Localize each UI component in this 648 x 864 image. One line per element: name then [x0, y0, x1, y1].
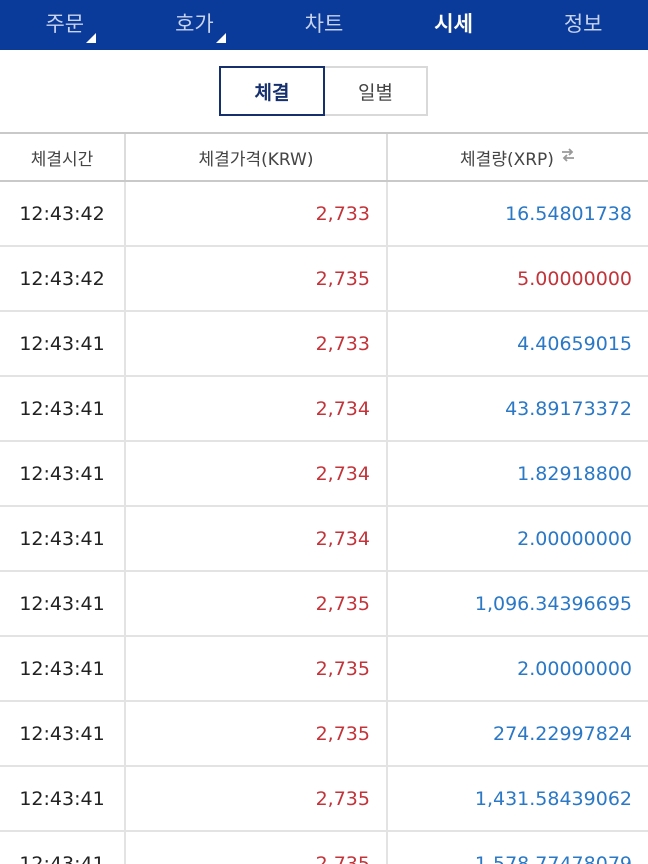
tab-info[interactable]: 정보 — [518, 0, 648, 50]
dropdown-corner-icon — [215, 33, 226, 43]
table-row: 12:43:41 2,735 1,431.58439062 — [0, 767, 648, 832]
trade-time: 12:43:41 — [19, 722, 105, 745]
table-row: 12:43:41 2,735 1,578.77478079 — [0, 832, 648, 864]
trade-price: 2,735 — [124, 767, 386, 830]
header-label: 체결가격(KRW) — [198, 149, 314, 170]
tab-orderbook[interactable]: 호가 — [130, 0, 260, 50]
trade-quantity: 16.54801738 — [386, 182, 648, 245]
tab-label: 호가 — [175, 12, 214, 36]
trade-time: 12:43:41 — [19, 787, 105, 810]
trade-price: 2,733 — [124, 312, 386, 375]
tab-label: 차트 — [304, 12, 344, 36]
table-row: 12:43:41 2,734 1.82918800 — [0, 442, 648, 507]
table-row: 12:43:41 2,734 43.89173372 — [0, 377, 648, 442]
trade-time: 12:43:41 — [19, 852, 105, 864]
trade-price: 2,735 — [124, 832, 386, 864]
trade-list[interactable]: 12:43:42 2,733 16.54801738 12:43:42 2,735 5.0… — [0, 182, 648, 864]
dropdown-corner-icon — [86, 33, 96, 43]
header-price: 체결가격(KRW) — [124, 134, 386, 180]
trade-quantity: 2.00000000 — [386, 507, 648, 570]
tab-label: 주문 — [45, 12, 85, 36]
table-row: 12:43:42 2,735 5.00000000 — [0, 247, 648, 312]
header-time: 체결시간 — [0, 134, 124, 180]
trade-price: 2,735 — [124, 637, 386, 700]
segment-label: 체결 — [254, 81, 290, 104]
trade-quantity: 43.89173372 — [386, 377, 648, 440]
trade-price: 2,735 — [124, 247, 386, 310]
trade-price: 2,733 — [124, 182, 386, 245]
tab-market-price[interactable]: 시세 — [389, 0, 519, 50]
trade-price: 2,734 — [124, 442, 386, 505]
trade-quantity: 1,431.58439062 — [386, 767, 648, 830]
trade-price: 2,735 — [124, 702, 386, 765]
tab-chart[interactable]: 차트 — [259, 0, 389, 50]
tab-label: 정보 — [563, 12, 603, 36]
trade-quantity: 274.22997824 — [386, 702, 648, 765]
trade-time: 12:43:41 — [19, 462, 105, 485]
trade-quantity: 1.82918800 — [386, 442, 648, 505]
table-row: 12:43:42 2,733 16.54801738 — [0, 182, 648, 247]
trade-quantity: 4.40659015 — [386, 312, 648, 375]
tab-order[interactable]: 주문 — [0, 0, 130, 50]
segment-daily-button[interactable]: 일별 — [323, 66, 428, 116]
header-quantity[interactable]: 체결량(XRP) — [386, 134, 648, 180]
trade-time: 12:43:41 — [19, 657, 105, 680]
trade-time: 12:43:42 — [19, 267, 105, 290]
trade-quantity: 1,096.34396695 — [386, 572, 648, 635]
trade-quantity: 5.00000000 — [386, 247, 648, 310]
header-label: 체결시간 — [30, 149, 94, 170]
trade-time: 12:43:41 — [19, 332, 105, 355]
segment-bar: 체결 일별 — [0, 50, 648, 132]
table-row: 12:43:41 2,735 274.22997824 — [0, 702, 648, 767]
table-row: 12:43:41 2,735 1,096.34396695 — [0, 572, 648, 637]
tab-label: 시세 — [434, 12, 473, 36]
trade-price: 2,734 — [124, 377, 386, 440]
trade-quantity: 2.00000000 — [386, 637, 648, 700]
table-row: 12:43:41 2,733 4.40659015 — [0, 312, 648, 377]
table-row: 12:43:41 2,734 2.00000000 — [0, 507, 648, 572]
trade-quantity: 1,578.77478079 — [386, 832, 648, 864]
header-label: 체결량(XRP) — [460, 149, 554, 170]
trade-time: 12:43:41 — [19, 592, 105, 615]
trade-time: 12:43:41 — [19, 397, 105, 420]
table-header: 체결시간 체결가격(KRW) 체결량(XRP) — [0, 132, 648, 182]
swap-arrows-icon[interactable] — [560, 147, 576, 167]
trade-time: 12:43:41 — [19, 527, 105, 550]
segment-trades-button[interactable]: 체결 — [219, 66, 325, 116]
segment-label: 일별 — [358, 81, 393, 104]
trade-price: 2,734 — [124, 507, 386, 570]
table-row: 12:43:41 2,735 2.00000000 — [0, 637, 648, 702]
trade-time: 12:43:42 — [19, 202, 105, 225]
trade-price: 2,735 — [124, 572, 386, 635]
top-nav: 주문 호가 차트 시세 정보 — [0, 0, 648, 50]
